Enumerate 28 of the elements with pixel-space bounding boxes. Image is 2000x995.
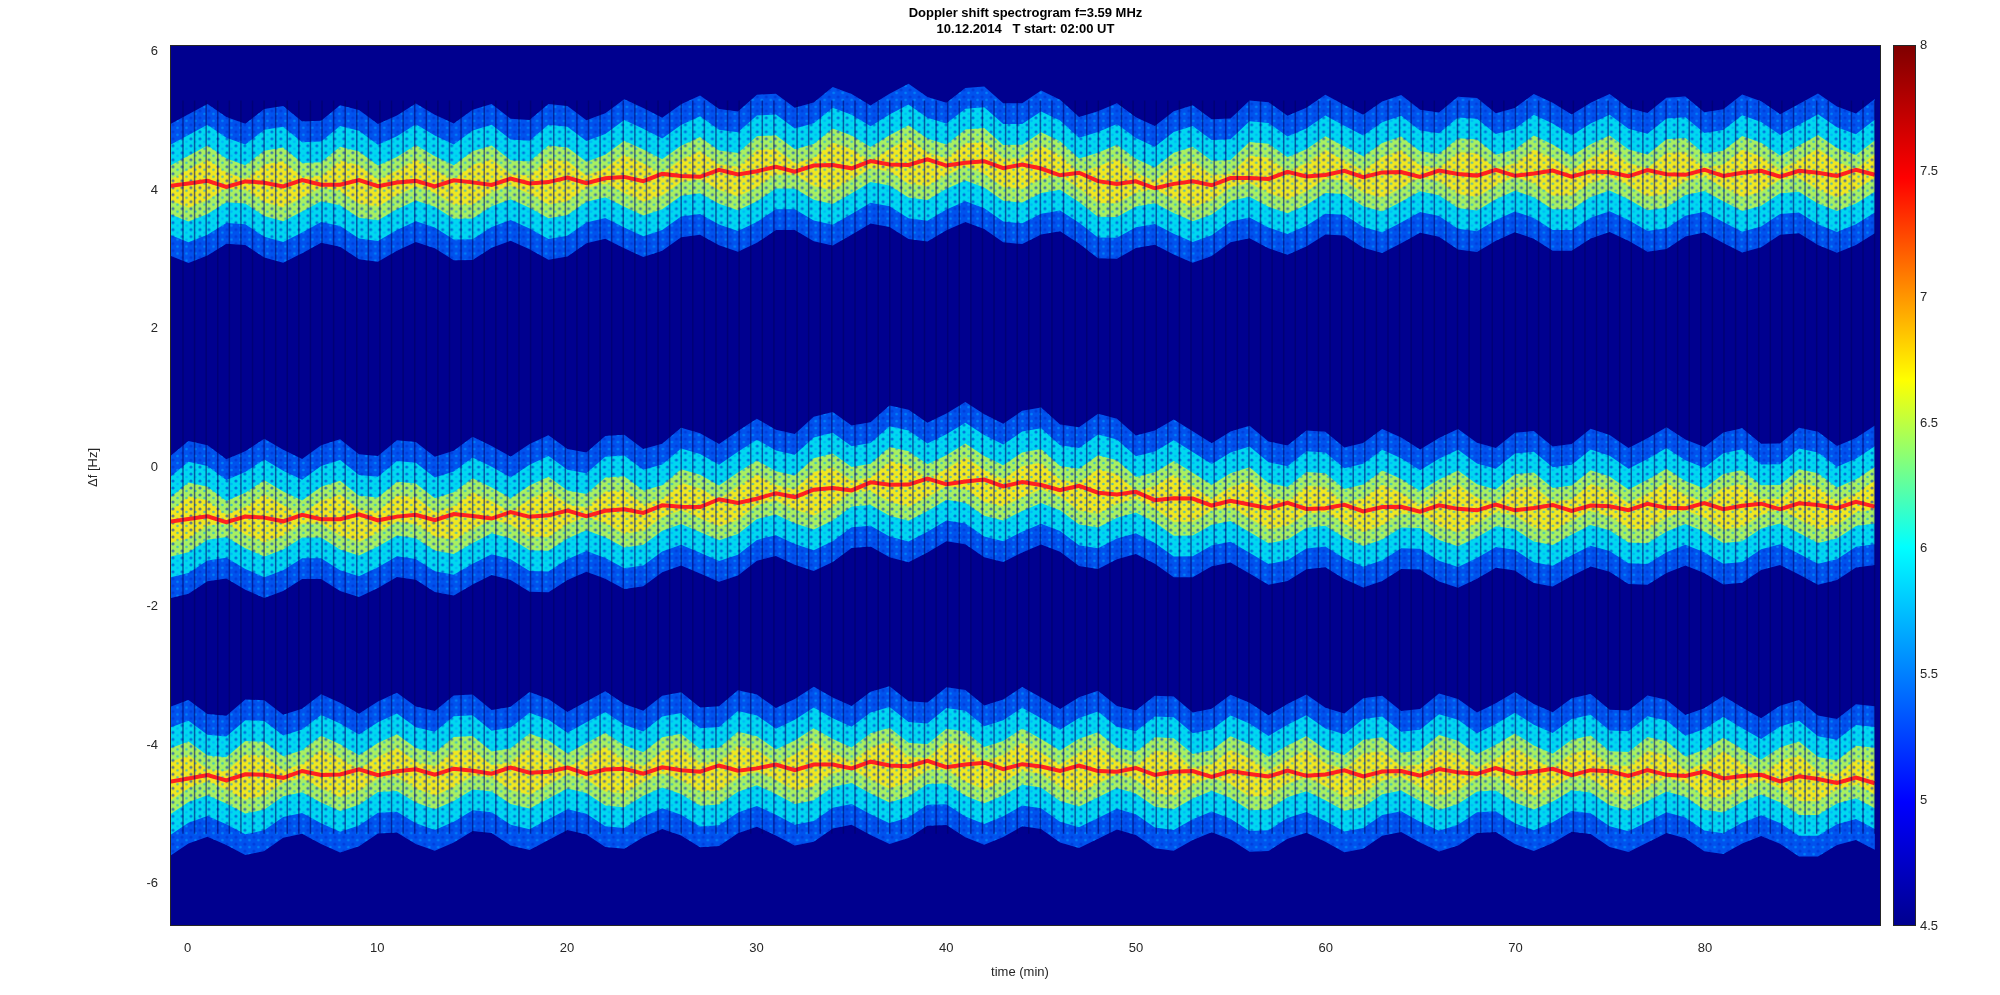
y-tick-label: 0 xyxy=(150,460,158,475)
x-tick-label: 40 xyxy=(939,941,954,955)
y-tick-label: 6 xyxy=(150,44,158,58)
x-tick-label: 10 xyxy=(369,941,385,955)
y-tick-label: -6 xyxy=(146,876,158,891)
x-tick-label: 30 xyxy=(749,941,764,955)
colorbar-tick-label: 7.5 xyxy=(1920,163,1939,178)
colorbar-tick-label: 7 xyxy=(1920,289,1928,304)
colorbar-tick-label: 8 xyxy=(1920,38,1928,52)
colorbar-tick-label: 4.5 xyxy=(1920,919,1939,933)
y-tick-label: -2 xyxy=(146,598,158,613)
plot-subtitle: 10.12.2014 T start: 02:00 UT xyxy=(936,21,1115,37)
y-tick-label: -4 xyxy=(146,737,158,752)
x-tick-label: 20 xyxy=(559,941,575,955)
colorbar-tick-label: 6 xyxy=(1920,541,1928,556)
y-tick-label: 2 xyxy=(150,321,158,336)
x-tick-label: 50 xyxy=(1128,941,1144,955)
x-axis-label: time (min) xyxy=(991,964,1049,979)
x-tick-label: 70 xyxy=(1508,941,1523,955)
x-tick-label: 60 xyxy=(1318,941,1333,955)
x-tick-label: 80 xyxy=(1697,941,1713,955)
colorbar-tick-label: 6.5 xyxy=(1920,415,1939,430)
colorbar-tick-label: 5 xyxy=(1920,793,1928,808)
y-axis-label: Δf [Hz] xyxy=(84,448,100,488)
plot-title: Doppler shift spectrogram f=3.59 MHz xyxy=(908,5,1143,21)
x-tick-label: 0 xyxy=(183,941,192,955)
y-tick-label: 4 xyxy=(150,182,158,197)
colorbar-tick-label: 5.5 xyxy=(1920,667,1939,682)
